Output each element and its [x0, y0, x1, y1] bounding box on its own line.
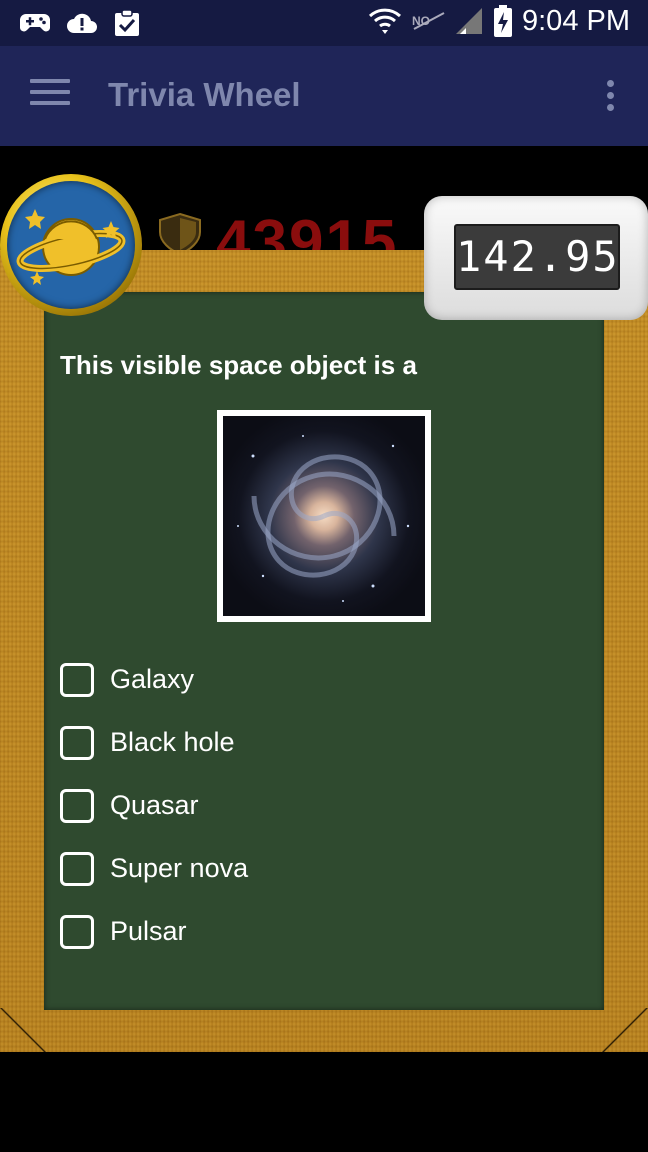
app-title: Trivia Wheel: [108, 76, 301, 113]
option-label: Quasar: [110, 790, 199, 820]
checkbox[interactable]: [60, 914, 94, 949]
option-black-hole[interactable]: Black hole: [60, 711, 248, 774]
hamburger-menu-icon[interactable]: [30, 79, 70, 115]
category-badge: [0, 174, 142, 316]
more-vert-icon[interactable]: [604, 80, 616, 114]
option-label: Black hole: [110, 727, 235, 757]
no-signal-icon: NO: [412, 12, 445, 30]
notification-icons: [20, 9, 140, 37]
timer-display: 142.95: [424, 196, 648, 320]
battery-charging-icon: [494, 5, 512, 37]
question-image-frame: [217, 410, 431, 622]
clock: 9:04 PM: [522, 4, 630, 37]
wifi-icon: [368, 8, 402, 34]
checkbox[interactable]: [60, 662, 94, 697]
checkbox[interactable]: [60, 725, 94, 760]
option-label: Super nova: [110, 853, 249, 883]
option-galaxy[interactable]: Galaxy: [60, 648, 248, 711]
question-text: This visible space object is a: [60, 350, 417, 380]
galaxy-image: [223, 416, 425, 616]
option-label: Pulsar: [110, 916, 187, 946]
cell-signal-icon: [456, 8, 482, 34]
frame-corner: [602, 1008, 648, 1052]
frame-corner: [0, 1008, 46, 1052]
shield-icon: [159, 212, 201, 254]
system-icons: NO 9:04 PM: [368, 4, 630, 38]
app-bar: Trivia Wheel: [0, 46, 648, 146]
checkbox[interactable]: [60, 851, 94, 886]
option-label: Galaxy: [110, 664, 195, 694]
clipboard-check-icon: [115, 9, 139, 36]
gamepad-icon: [20, 14, 50, 32]
checkbox[interactable]: [60, 788, 94, 823]
option-super-nova[interactable]: Super nova: [60, 837, 248, 900]
bottom-area: [0, 1052, 648, 1152]
option-pulsar[interactable]: Pulsar: [60, 900, 248, 963]
planet-icon: [7, 181, 135, 309]
chalkboard-frame: This visible space object is a Galaxy Bl…: [0, 250, 648, 1052]
status-bar: NO 9:04 PM: [0, 0, 648, 46]
option-quasar[interactable]: Quasar: [60, 774, 248, 837]
cloud-alert-icon: [67, 13, 97, 33]
timer-screen: 142.95: [454, 224, 620, 290]
chalkboard: This visible space object is a Galaxy Bl…: [44, 292, 604, 1010]
answer-options: Galaxy Black hole Quasar Super nova Puls…: [60, 648, 248, 963]
timer-value: 142.95: [456, 232, 620, 281]
